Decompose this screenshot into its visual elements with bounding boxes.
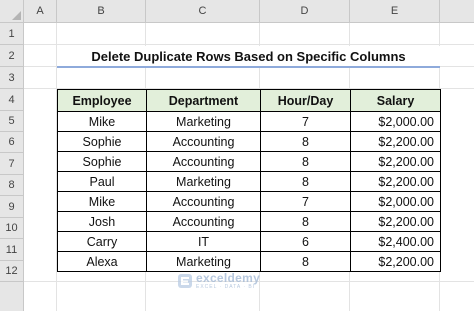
cell-salary[interactable]: $2,200.00: [350, 211, 441, 232]
column-header-d[interactable]: D: [260, 0, 350, 23]
title-underline: [57, 66, 440, 68]
row-header-9[interactable]: 9: [0, 196, 24, 218]
column-header-c[interactable]: C: [146, 0, 260, 23]
cell-salary[interactable]: $2,200.00: [350, 151, 441, 172]
header-employee[interactable]: Employee: [57, 89, 147, 112]
table-row: Mike Marketing 7 $2,000.00: [57, 111, 441, 132]
column-header-e[interactable]: E: [350, 0, 440, 23]
table-row: Alexa Marketing 8 $2,200.00: [57, 251, 441, 272]
cell-employee[interactable]: Carry: [57, 231, 147, 252]
cell-department[interactable]: Marketing: [146, 251, 261, 272]
cell-hour-day[interactable]: 7: [260, 191, 351, 212]
table-row: Sophie Accounting 8 $2,200.00: [57, 151, 441, 172]
sheet-title[interactable]: Delete Duplicate Rows Based on Specific …: [57, 46, 440, 67]
row-header-8[interactable]: 8: [0, 175, 24, 196]
cell-salary[interactable]: $2,400.00: [350, 231, 441, 252]
cell-department[interactable]: Marketing: [146, 111, 261, 132]
cell-hour-day[interactable]: 7: [260, 111, 351, 132]
header-row: Employee Department Hour/Day Salary: [57, 89, 441, 112]
row-header-2[interactable]: 2: [0, 45, 24, 67]
cell-department[interactable]: Accounting: [146, 151, 261, 172]
table-row: Josh Accounting 8 $2,200.00: [57, 211, 441, 232]
select-all-corner[interactable]: [0, 0, 24, 23]
cell-department[interactable]: Accounting: [146, 191, 261, 212]
cell-employee[interactable]: Sophie: [57, 151, 147, 172]
cell-department[interactable]: IT: [146, 231, 261, 252]
cell-salary[interactable]: $2,200.00: [350, 131, 441, 152]
cell-hour-day[interactable]: 8: [260, 251, 351, 272]
table-row: Paul Marketing 8 $2,200.00: [57, 171, 441, 192]
column-header-b[interactable]: B: [57, 0, 146, 23]
cell-hour-day[interactable]: 8: [260, 151, 351, 172]
row-header-5[interactable]: 5: [0, 111, 24, 132]
column-header-blank: [440, 0, 474, 23]
cell-salary[interactable]: $2,200.00: [350, 251, 441, 272]
data-table: Employee Department Hour/Day Salary Mike…: [57, 89, 441, 272]
cell-salary[interactable]: $2,000.00: [350, 111, 441, 132]
row-header-6[interactable]: 6: [0, 132, 24, 153]
row-header-12[interactable]: 12: [0, 261, 24, 282]
row-header-11[interactable]: 11: [0, 239, 24, 261]
watermark-tagline: EXCEL · DATA · BI: [196, 284, 256, 290]
cell-employee[interactable]: Mike: [57, 191, 147, 212]
table-row: Mike Accounting 7 $2,000.00: [57, 191, 441, 212]
exceldemy-watermark: exceldemy EXCEL · DATA · BI: [178, 272, 260, 290]
table-row: Carry IT 6 $2,400.00: [57, 231, 441, 252]
cell-department[interactable]: Accounting: [146, 211, 261, 232]
cell-salary[interactable]: $2,200.00: [350, 171, 441, 192]
cell-department[interactable]: Accounting: [146, 131, 261, 152]
cell-salary[interactable]: $2,000.00: [350, 191, 441, 212]
select-all-triangle-icon: [12, 11, 21, 20]
cell-employee[interactable]: Mike: [57, 111, 147, 132]
row-header-4[interactable]: 4: [0, 89, 24, 111]
exceldemy-logo-icon: [178, 274, 192, 288]
cell-hour-day[interactable]: 8: [260, 171, 351, 192]
row-header-7[interactable]: 7: [0, 153, 24, 175]
header-department[interactable]: Department: [146, 89, 261, 112]
cell-hour-day[interactable]: 6: [260, 231, 351, 252]
row-header-blank: [0, 282, 24, 311]
gridline-h: [24, 44, 474, 45]
header-hour-day[interactable]: Hour/Day: [260, 89, 351, 112]
cell-employee[interactable]: Paul: [57, 171, 147, 192]
cell-employee[interactable]: Josh: [57, 211, 147, 232]
cell-employee[interactable]: Sophie: [57, 131, 147, 152]
cell-employee[interactable]: Alexa: [57, 251, 147, 272]
row-header-10[interactable]: 10: [0, 218, 24, 239]
table-row: Sophie Accounting 8 $2,200.00: [57, 131, 441, 152]
column-header-a[interactable]: A: [24, 0, 57, 23]
cell-department[interactable]: Marketing: [146, 171, 261, 192]
watermark-name: exceldemy: [196, 271, 261, 285]
spreadsheet: A B C D E 1 2 3 4 5 6 7 8 9 10 11 12 Del…: [0, 0, 474, 311]
row-header-1[interactable]: 1: [0, 23, 24, 45]
header-salary[interactable]: Salary: [350, 89, 441, 112]
cell-hour-day[interactable]: 8: [260, 131, 351, 152]
cell-hour-day[interactable]: 8: [260, 211, 351, 232]
row-header-3[interactable]: 3: [0, 67, 24, 89]
